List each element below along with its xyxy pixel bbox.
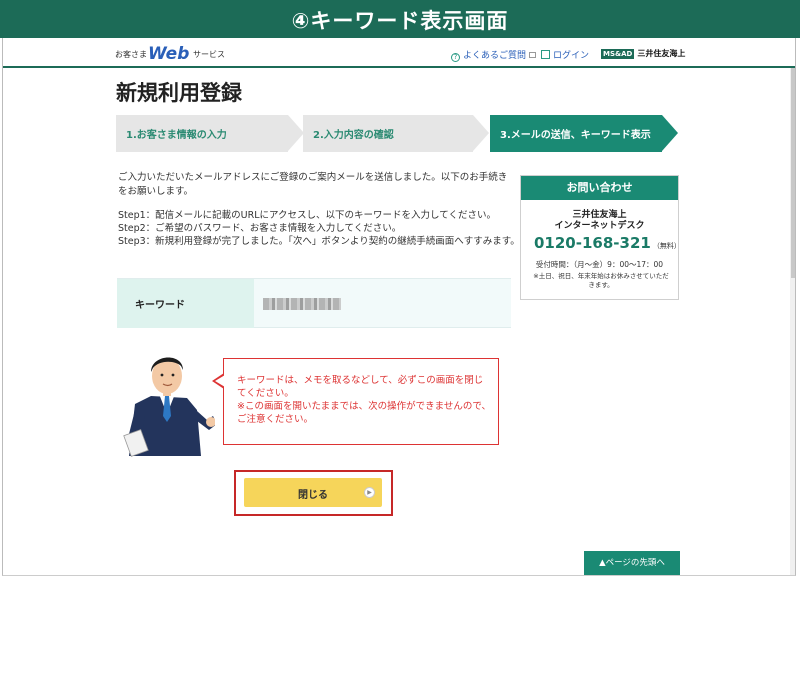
page-title: 新規利用登録 — [116, 81, 242, 105]
browser-page: お客さま Web サービス ? よくあるご質問 ログイン MS&AD 三井住友海上 … — [2, 38, 796, 576]
scrollbar-thumb[interactable] — [791, 68, 795, 278]
contact-name-line2: インターネットデスク — [554, 221, 645, 231]
question-icon: ? — [451, 53, 460, 62]
brand-mark: MS&AD — [601, 49, 635, 59]
contact-name-line1: 三井住友海上 — [572, 210, 627, 220]
login-label: ログイン — [553, 51, 590, 61]
site-header: お客さま Web サービス ? よくあるご質問 ログイン MS&AD 三井住友海上 — [3, 38, 795, 68]
faq-label: よくあるご質問 — [463, 51, 527, 61]
step-arrow — [288, 115, 304, 151]
instruction-step-3: Step3：新規利用登録が完了しました。「次へ」ボタンより契約の継続手続画面へす… — [118, 236, 520, 247]
logo-web-mark: Web — [148, 44, 190, 64]
brand-name: 三井住友海上 — [637, 49, 686, 58]
close-button-label: 閉じる — [298, 490, 328, 501]
warning-line-1: キーワードは、メモを取るなどして、必ずこの画面を閉じてください。 — [237, 375, 484, 399]
step-1: 1.お客さま情報の入力 — [116, 115, 304, 152]
step-arrow — [662, 115, 678, 151]
keyword-header-cell: キーワード — [117, 279, 254, 328]
login-link[interactable]: ログイン — [541, 48, 589, 61]
contact-name: 三井住友海上 インターネットデスク — [521, 210, 678, 232]
company-brand: MS&AD 三井住友海上 — [601, 48, 685, 59]
page-top-button[interactable]: ▲ページの先頭へ — [584, 551, 680, 575]
contact-hours: 受付時間：（月〜金）9：00〜17：00 — [535, 260, 664, 269]
contact-box: お問い合わせ 三井住友海上 インターネットデスク 0120-168-321 （無料… — [520, 175, 681, 300]
contact-holiday-note: ※土日、祝日、年末年始はお休みさせていただきます。 — [533, 272, 669, 289]
step-3-current: 3.メールの送信、キーワード表示 — [490, 115, 678, 152]
warning-callout: キーワードは、メモを取るなどして、必ずこの画面を閉じてください。 ※この画面を開… — [212, 358, 499, 445]
top-banner: ④キーワード表示画面 — [0, 0, 800, 38]
step-2: 2.入力内容の確認 — [303, 115, 489, 152]
warning-text: キーワードは、メモを取るなどして、必ずこの画面を閉じてください。 ※この画面を開… — [237, 374, 491, 426]
step-arrow — [473, 115, 489, 151]
intro-text: ご入力いただいたメールアドレスにご登録のご案内メールを送信しました。以下のお手続… — [118, 172, 508, 197]
businessman-illustration — [123, 357, 215, 457]
close-button[interactable]: 閉じる ▶ — [244, 478, 382, 507]
chevron-right-icon: ▶ — [364, 487, 375, 498]
keyword-value-blurred — [263, 298, 341, 310]
warning-line-2: ※この画面を開いたままでは、次の操作ができませんので、ご注意ください。 — [237, 401, 492, 425]
faq-link[interactable]: ? よくあるご質問 — [451, 48, 537, 62]
scrollbar[interactable] — [790, 68, 795, 575]
login-icon — [541, 50, 550, 59]
contact-heading: お問い合わせ — [521, 176, 678, 200]
instruction-step-1: Step1：配信メールに記載のURLにアクセスし、以下のキーワードを入力してくだ… — [118, 210, 496, 221]
instruction-step-2: Step2：ご希望のパスワード、お客さま情報を入力してください。 — [118, 223, 402, 234]
keyword-label: キーワード — [135, 300, 185, 311]
contact-phone-number[interactable]: 0120-168-321 （無料） — [534, 234, 681, 252]
external-window-icon — [529, 52, 537, 58]
logo-prefix: お客さま — [115, 50, 147, 59]
logo-suffix: サービス — [193, 50, 225, 59]
toll-free-note: （無料） — [652, 242, 681, 250]
keyword-table: キーワード — [117, 278, 511, 328]
step-3-label: 3.メールの送信、キーワード表示 — [500, 130, 651, 141]
callout-tail-inner — [215, 375, 225, 387]
phone-number: 0120-168-321 — [534, 234, 651, 252]
step-1-label: 1.お客さま情報の入力 — [126, 130, 227, 141]
step-2-label: 2.入力内容の確認 — [313, 130, 394, 141]
banner-title: ④キーワード表示画面 — [291, 9, 509, 33]
